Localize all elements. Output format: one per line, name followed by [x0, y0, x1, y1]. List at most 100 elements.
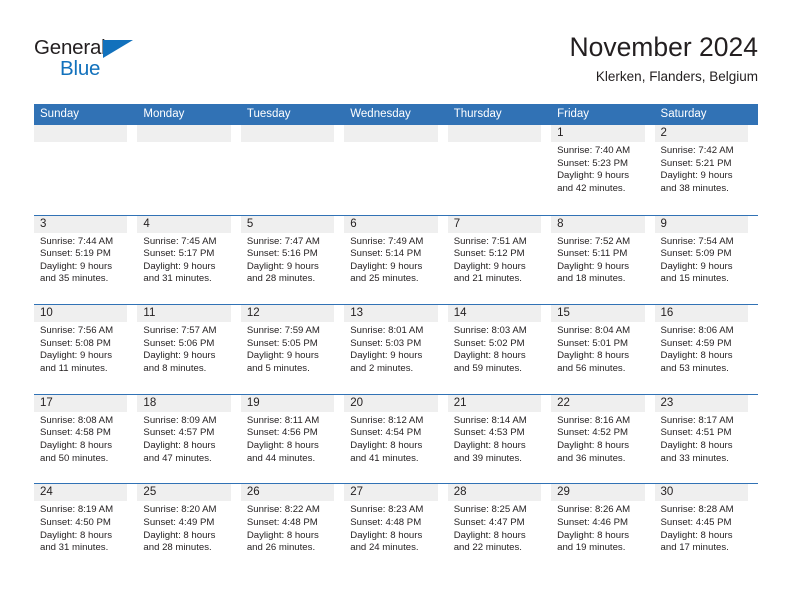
daylight-text-line2: and 36 minutes. [557, 452, 626, 464]
sunset-text: Sunset: 4:45 PM [660, 516, 732, 528]
calendar-day-cell[interactable]: 6 Sunrise: 7:49 AM Sunset: 5:14 PM Daylight… [344, 215, 447, 305]
sunrise-text: Sunrise: 8:28 AM [660, 504, 734, 516]
day-details: Sunrise: 7:44 AM Sunset: 5:19 PM Daylight:… [34, 233, 132, 286]
daylight-text-line1: Daylight: 8 hours [453, 529, 526, 541]
daylight-text-line1: Daylight: 9 hours [246, 350, 319, 362]
daylight-text-line1: Daylight: 9 hours [660, 260, 733, 272]
sunset-text: Sunset: 5:12 PM [453, 248, 525, 260]
day-details: Sunrise: 8:19 AM Sunset: 4:50 PM Daylight:… [34, 501, 132, 554]
sunset-text: Sunset: 5:23 PM [557, 157, 629, 169]
calendar-day-cell[interactable]: 10 Sunrise: 7:56 AM Sunset: 5:08 PM Dayligh… [34, 305, 137, 394]
day-details: Sunrise: 8:17 AM Sunset: 4:51 PM Daylight:… [655, 412, 753, 465]
calendar-week-row: 3 Sunrise: 7:44 AM Sunset: 5:19 PM Daylight… [34, 214, 758, 305]
calendar-day-cell[interactable]: 27 Sunrise: 8:23 AM Sunset: 4:48 PM Dayligh… [344, 484, 447, 573]
day-details: Sunrise: 8:23 AM Sunset: 4:48 PM Daylight:… [344, 501, 442, 554]
sunrise-text: Sunrise: 7:52 AM [557, 235, 631, 247]
sunset-text: Sunset: 4:53 PM [453, 427, 525, 439]
daylight-text-line2: and 11 minutes. [40, 362, 108, 374]
day-details: Sunrise: 8:01 AM Sunset: 5:03 PM Daylight:… [344, 322, 442, 375]
day-number: 2 [660, 127, 667, 139]
weekday-header-wednesday: Wednesday [350, 108, 411, 120]
calendar-day-cell[interactable]: 23 Sunrise: 8:17 AM Sunset: 4:51 PM Dayligh… [654, 394, 758, 484]
calendar-week-row: 24 Sunrise: 8:19 AM Sunset: 4:50 PM Dayligh… [34, 483, 758, 573]
daylight-text-line2: and 21 minutes. [453, 273, 522, 285]
calendar-day-cell[interactable]: 7 Sunrise: 7:51 AM Sunset: 5:12 PM Daylight… [447, 215, 551, 305]
calendar-day-cell[interactable]: 20 Sunrise: 8:12 AM Sunset: 4:54 PM Dayligh… [344, 394, 447, 484]
day-number-band: 2 [654, 125, 748, 142]
daylight-text-line2: and 17 minutes. [660, 542, 729, 554]
calendar-day-cell[interactable]: 12 Sunrise: 7:59 AM Sunset: 5:05 PM Dayligh… [240, 305, 344, 394]
calendar-day-cell[interactable]: 4 Sunrise: 7:45 AM Sunset: 5:17 PM Daylight… [137, 215, 240, 305]
sunrise-text: Sunrise: 8:01 AM [350, 325, 424, 337]
day-details: Sunrise: 8:14 AM Sunset: 4:53 PM Daylight:… [448, 412, 546, 465]
calendar-day-cell[interactable]: 9 Sunrise: 7:54 AM Sunset: 5:09 PM Daylight… [654, 215, 758, 305]
daylight-text-line1: Daylight: 8 hours [660, 439, 733, 451]
daylight-text-line2: and 22 minutes. [453, 542, 522, 554]
triangle-icon [103, 40, 133, 58]
calendar-day-cell[interactable]: 15 Sunrise: 8:04 AM Sunset: 5:01 PM Dayligh… [551, 305, 654, 394]
daylight-text-line2: and 18 minutes. [557, 273, 626, 285]
day-number-band: 9 [654, 215, 748, 233]
calendar-day-cell[interactable]: 11 Sunrise: 7:57 AM Sunset: 5:06 PM Dayligh… [137, 305, 240, 394]
calendar-day-cell[interactable]: 13 Sunrise: 8:01 AM Sunset: 5:03 PM Dayligh… [344, 305, 447, 394]
daylight-text-line1: Daylight: 8 hours [350, 439, 423, 451]
calendar-day-cell[interactable]: 26 Sunrise: 8:22 AM Sunset: 4:48 PM Dayligh… [240, 484, 344, 573]
daylight-text-line2: and 25 minutes. [350, 273, 419, 285]
calendar-day-cell[interactable]: 30 Sunrise: 8:28 AM Sunset: 4:45 PM Dayligh… [654, 484, 758, 573]
day-details: Sunrise: 7:54 AM Sunset: 5:09 PM Daylight:… [655, 233, 753, 286]
daylight-text-line1: Daylight: 9 hours [557, 170, 630, 182]
calendar-week-row: 1 Sunrise: 7:40 AM Sunset: 5:23 PM Daylight… [34, 125, 758, 215]
general-blue-logo[interactable]: General Blue [34, 36, 164, 86]
sunset-text: Sunset: 5:02 PM [453, 337, 525, 349]
day-number-band: 10 [34, 305, 128, 323]
day-number: 23 [660, 396, 674, 409]
weekday-header-monday: Monday [143, 108, 185, 120]
sunset-text: Sunset: 4:56 PM [246, 427, 318, 439]
sunrise-text: Sunrise: 8:22 AM [246, 504, 320, 516]
sunrise-text: Sunrise: 7:59 AM [246, 325, 320, 337]
calendar-day-cell[interactable]: 28 Sunrise: 8:25 AM Sunset: 4:47 PM Dayligh… [447, 484, 551, 573]
day-number-band: 25 [137, 484, 231, 502]
day-number: 5 [246, 217, 254, 230]
calendar-day-cell[interactable]: 22 Sunrise: 8:16 AM Sunset: 4:52 PM Dayligh… [551, 394, 654, 484]
day-number: 25 [143, 486, 157, 499]
day-number-band: 26 [240, 484, 335, 502]
day-number: 26 [246, 486, 260, 499]
calendar-week-row: 17 Sunrise: 8:08 AM Sunset: 4:58 PM Dayligh… [34, 393, 758, 484]
calendar-day-cell[interactable]: 25 Sunrise: 8:20 AM Sunset: 4:49 PM Dayligh… [137, 484, 240, 573]
calendar-day-cell[interactable]: 2 Sunrise: 7:42 AM Sunset: 5:21 PM Daylight… [654, 125, 758, 215]
calendar-day-cell[interactable]: 1 Sunrise: 7:40 AM Sunset: 5:23 PM Daylight… [551, 125, 654, 215]
calendar-day-cell[interactable]: 19 Sunrise: 8:11 AM Sunset: 4:56 PM Dayligh… [240, 394, 344, 484]
daylight-text-line1: Daylight: 9 hours [143, 260, 216, 272]
sunset-text: Sunset: 5:01 PM [557, 337, 629, 349]
calendar-day-cell[interactable]: 29 Sunrise: 8:26 AM Sunset: 4:46 PM Dayligh… [551, 484, 654, 573]
calendar-day-cell[interactable]: 18 Sunrise: 8:09 AM Sunset: 4:57 PM Dayligh… [137, 394, 240, 484]
day-details: Sunrise: 8:28 AM Sunset: 4:45 PM Daylight:… [655, 501, 753, 554]
day-number: 11 [143, 307, 156, 320]
day-number-band: 24 [34, 484, 128, 502]
calendar-day-cell[interactable]: 3 Sunrise: 7:44 AM Sunset: 5:19 PM Daylight… [34, 215, 137, 305]
calendar-day-cell[interactable]: 14 Sunrise: 8:03 AM Sunset: 5:02 PM Dayligh… [447, 305, 551, 394]
weekday-header-row: Sunday Monday Tuesday Wednesday Thursday Frid… [34, 104, 758, 125]
calendar-day-cell[interactable]: 8 Sunrise: 7:52 AM Sunset: 5:11 PM Daylight… [551, 215, 654, 305]
calendar-day-cell[interactable]: 5 Sunrise: 7:47 AM Sunset: 5:16 PM Daylight… [240, 215, 344, 305]
day-number-band: 4 [137, 215, 231, 233]
calendar-day-cell[interactable]: 17 Sunrise: 8:08 AM Sunset: 4:58 PM Dayligh… [34, 394, 137, 484]
day-details: Sunrise: 7:47 AM Sunset: 5:16 PM Daylight:… [241, 233, 339, 286]
day-details: Sunrise: 8:09 AM Sunset: 4:57 PM Daylight:… [137, 412, 235, 465]
calendar-day-cell[interactable]: 21 Sunrise: 8:14 AM Sunset: 4:53 PM Dayligh… [447, 394, 551, 484]
daylight-text-line1: Daylight: 9 hours [246, 260, 319, 272]
calendar-day-cell-empty [344, 125, 447, 215]
daylight-text-line1: Daylight: 8 hours [453, 350, 526, 362]
weekday-header-friday: Friday [557, 108, 590, 120]
calendar-day-cell[interactable]: 16 Sunrise: 8:06 AM Sunset: 4:59 PM Dayligh… [654, 305, 758, 394]
day-number-band: 6 [344, 215, 438, 233]
sunset-text: Sunset: 4:48 PM [246, 516, 318, 528]
day-details: Sunrise: 7:40 AM Sunset: 5:23 PM Daylight:… [551, 142, 649, 195]
daylight-text-line1: Daylight: 8 hours [246, 529, 319, 541]
day-number-band: 21 [447, 394, 542, 412]
day-details: Sunrise: 8:16 AM Sunset: 4:52 PM Daylight:… [551, 412, 649, 465]
day-number: 28 [453, 486, 467, 499]
sunset-text: Sunset: 5:05 PM [246, 337, 318, 349]
calendar-day-cell[interactable]: 24 Sunrise: 8:19 AM Sunset: 4:50 PM Dayligh… [34, 484, 137, 573]
